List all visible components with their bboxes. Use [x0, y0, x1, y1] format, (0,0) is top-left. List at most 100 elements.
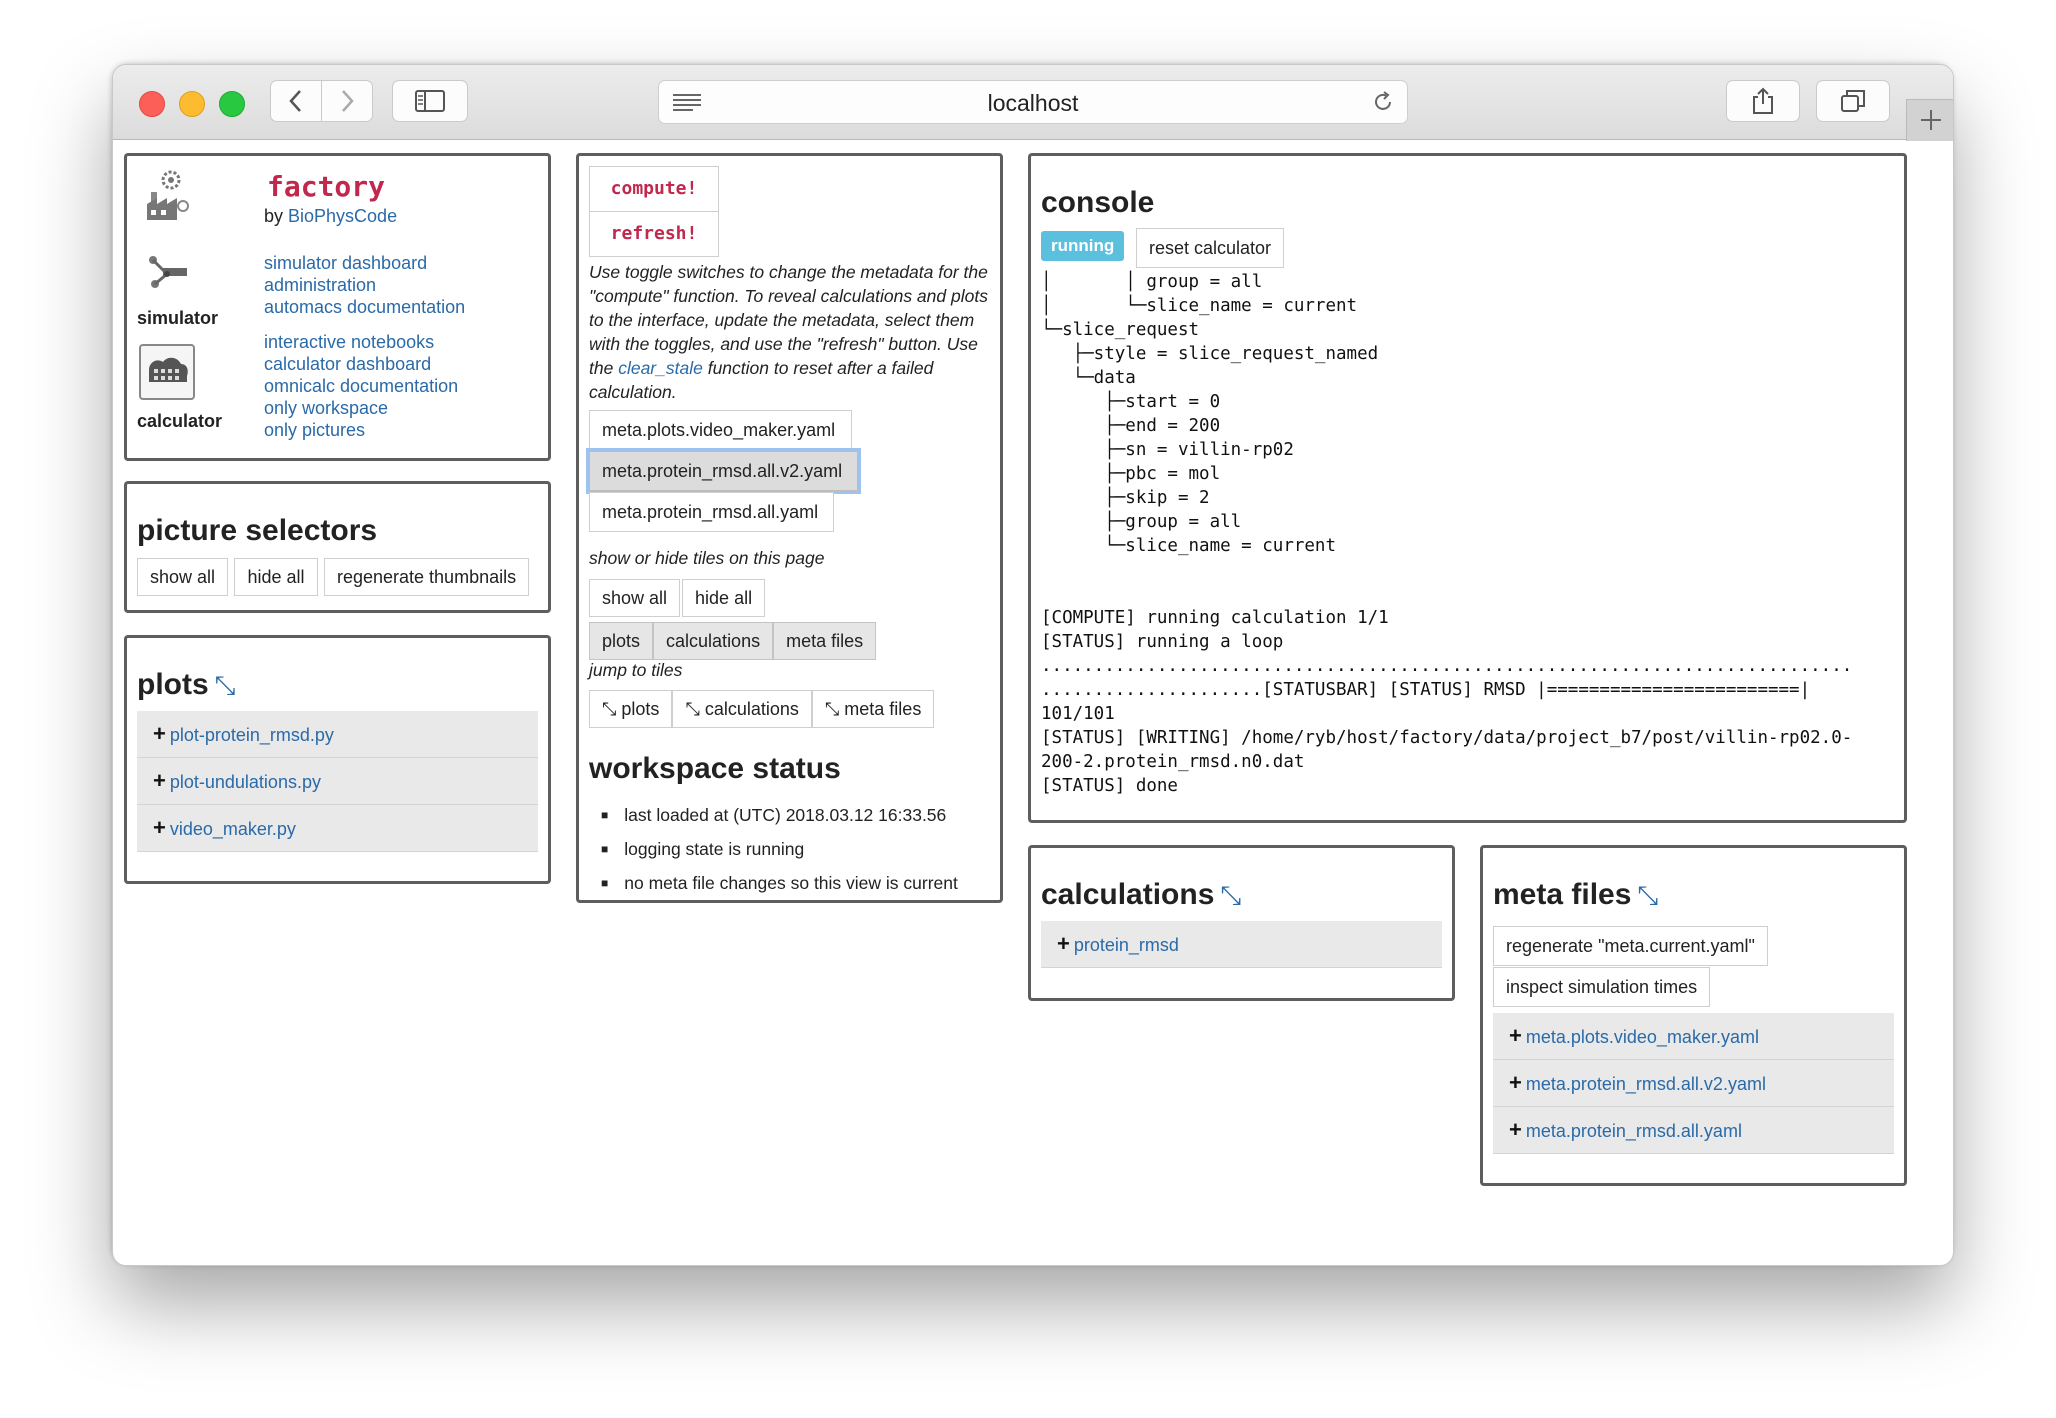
plus-icon: + [1509, 1023, 1522, 1048]
factory-byline: by BioPhysCode [264, 206, 397, 227]
calculator-icon-box[interactable] [139, 344, 195, 400]
list-item[interactable]: + plot-protein_rmsd.py [137, 711, 538, 758]
expand-arrow-icon[interactable]: ⤡ [215, 670, 236, 700]
meta-files-title-text: meta files [1493, 878, 1632, 911]
sidebar-toggle-button[interactable] [392, 80, 468, 122]
interactive-notebooks-link[interactable]: interactive notebooks [264, 331, 458, 353]
plus-icon: + [153, 815, 166, 840]
address-bar[interactable]: localhost [658, 80, 1408, 124]
chevron-left-icon [289, 90, 301, 112]
simulator-icon[interactable] [145, 252, 191, 292]
tile-toggle-plots[interactable]: plots [589, 622, 654, 660]
forward-button[interactable] [321, 80, 373, 122]
tabs-overview-button[interactable] [1816, 80, 1890, 122]
console-panel: console running reset calculator │ │ gro… [1028, 153, 1907, 823]
administration-link[interactable]: administration [264, 274, 465, 296]
expand-arrow-icon[interactable]: ⤡ [1220, 880, 1241, 910]
list-item[interactable]: + meta.plots.video_maker.yaml [1493, 1013, 1894, 1060]
page-content: factory by BioPhysCode simulator calcula… [113, 140, 1953, 1265]
reload-icon[interactable] [1371, 90, 1395, 114]
regenerate-meta-button[interactable]: regenerate "meta.current.yaml" [1493, 926, 1768, 966]
meta-file-link[interactable]: meta.plots.video_maker.yaml [1526, 1027, 1759, 1047]
calculations-panel: calculations ⤡ + protein_rmsd [1028, 845, 1455, 1001]
plus-icon: + [153, 721, 166, 746]
refresh-button[interactable]: refresh! [589, 211, 719, 257]
meta-files-list: + meta.plots.video_maker.yaml + meta.prote… [1493, 1013, 1894, 1154]
list-item[interactable]: + plot-undulations.py [137, 758, 538, 805]
reset-calculator-button[interactable]: reset calculator [1136, 228, 1285, 268]
plus-icon [1921, 110, 1941, 130]
plus-icon: + [1509, 1117, 1522, 1142]
meta-toggle-video-maker[interactable]: meta.plots.video_maker.yaml [589, 410, 852, 450]
picture-selectors-title: picture selectors [137, 514, 378, 547]
new-tab-button[interactable] [1906, 99, 1953, 141]
meta-toggles: meta.plots.video_maker.yaml meta.protein… [589, 410, 858, 532]
plots-title-text: plots [137, 668, 209, 701]
biophyscode-link[interactable]: BioPhysCode [288, 206, 397, 226]
inspect-simulation-times-button[interactable]: inspect simulation times [1493, 967, 1711, 1007]
list-item[interactable]: + meta.protein_rmsd.all.v2.yaml [1493, 1060, 1894, 1107]
workspace-loaded-text: last loaded at (UTC) 2018.03.12 16:33.56 [624, 805, 947, 825]
only-workspace-link[interactable]: only workspace [264, 397, 458, 419]
calculator-links: interactive notebooks calculator dashboa… [264, 331, 458, 441]
plus-icon: + [1509, 1070, 1522, 1095]
omnicalc-documentation-link[interactable]: omnicalc documentation [264, 375, 458, 397]
status-badge: running [1041, 231, 1125, 261]
calculator-icon [149, 357, 188, 382]
factory-title: factory [267, 170, 386, 203]
workspace-status-list: ■ last loaded at (UTC) 2018.03.12 16:33.5… [601, 798, 958, 900]
calculator-label: calculator [137, 411, 223, 431]
close-window-button[interactable] [139, 91, 165, 117]
share-button[interactable] [1726, 80, 1800, 122]
regenerate-thumbnails-button[interactable]: regenerate thumbnails [323, 558, 530, 596]
tabs-icon [1841, 90, 1865, 112]
plot-file-link[interactable]: plot-protein_rmsd.py [170, 725, 334, 745]
show-hide-label: show or hide tiles on this page [589, 548, 825, 568]
compute-button[interactable]: compute! [589, 166, 719, 212]
jump-links: ⤡ plots ⤡ calculations ⤡ meta files [589, 690, 935, 728]
show-all-tiles-button[interactable]: show all [589, 579, 681, 617]
workspace-meta-text: no meta file changes so this view is cur… [624, 873, 958, 893]
url-text: localhost [987, 90, 1079, 116]
simulator-dashboard-link[interactable]: simulator dashboard [264, 252, 465, 274]
plots-title: plots ⤡ [137, 668, 235, 702]
plus-icon: + [1057, 931, 1070, 956]
byline-prefix: by [264, 206, 289, 226]
only-pictures-link[interactable]: only pictures [264, 419, 458, 441]
list-item[interactable]: + meta.protein_rmsd.all.yaml [1493, 1107, 1894, 1154]
clear-stale-link[interactable]: clear_stale [618, 358, 703, 378]
factory-logo-icon [147, 170, 189, 220]
console-title: console [1041, 186, 1155, 219]
calculations-title: calculations ⤡ [1041, 878, 1241, 912]
meta-toggle-protein-rmsd-v2[interactable]: meta.protein_rmsd.all.v2.yaml [589, 451, 858, 491]
expand-arrow-icon[interactable]: ⤡ [1637, 880, 1658, 910]
calculator-dashboard-link[interactable]: calculator dashboard [264, 353, 458, 375]
tile-toggle-calculations[interactable]: calculations [653, 622, 774, 660]
tile-toggle-meta-files[interactable]: meta files [773, 622, 877, 660]
plot-file-link[interactable]: video_maker.py [170, 819, 296, 839]
list-item[interactable]: + protein_rmsd [1041, 921, 1442, 968]
hide-all-pictures-button[interactable]: hide all [234, 558, 318, 596]
compute-panel: compute! refresh! Use toggle switches to… [576, 153, 1003, 903]
jump-meta-files-button[interactable]: ⤡ meta files [811, 690, 935, 728]
zoom-window-button[interactable] [219, 91, 245, 117]
back-button[interactable] [270, 80, 322, 122]
jump-calculations-button[interactable]: ⤡ calculations [672, 690, 812, 728]
minimize-window-button[interactable] [179, 91, 205, 117]
meta-file-link[interactable]: meta.protein_rmsd.all.yaml [1526, 1121, 1742, 1141]
show-all-pictures-button[interactable]: show all [137, 558, 229, 596]
hide-all-tiles-button[interactable]: hide all [682, 579, 766, 617]
simulator-links: simulator dashboard administration autom… [264, 252, 465, 318]
workspace-logging-text: logging state is running [624, 839, 805, 859]
calculation-link[interactable]: protein_rmsd [1074, 935, 1179, 955]
picture-selectors-buttons: show all hide all regenerate thumbnails [137, 558, 530, 596]
meta-toggle-protein-rmsd[interactable]: meta.protein_rmsd.all.yaml [589, 492, 834, 532]
list-item[interactable]: + video_maker.py [137, 805, 538, 852]
automacs-documentation-link[interactable]: automacs documentation [264, 296, 465, 318]
meta-file-link[interactable]: meta.protein_rmsd.all.v2.yaml [1526, 1074, 1766, 1094]
plot-file-link[interactable]: plot-undulations.py [170, 772, 321, 792]
list-item: ■ last loaded at (UTC) 2018.03.12 16:33.5… [601, 805, 947, 825]
console-log: │ │ group = all │ └─slice_name = current… [1041, 272, 1853, 796]
meta-files-title: meta files ⤡ [1493, 878, 1658, 912]
jump-plots-button[interactable]: ⤡ plots [589, 690, 673, 728]
